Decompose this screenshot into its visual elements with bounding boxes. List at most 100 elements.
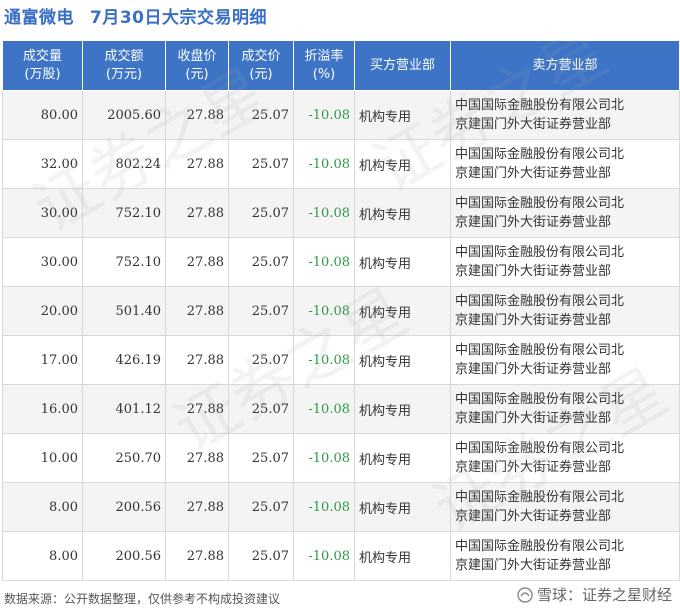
seller-branch-line: 京建国门外大街证券营业部 bbox=[455, 411, 612, 426]
stock-name: 通富微电 bbox=[4, 8, 74, 28]
title-heading: 7月30日大宗交易明细 bbox=[90, 8, 267, 28]
table-row: 32.00 802.24 27.88 25.07 -10.08 机构专用 中国国际金融股份有… bbox=[2, 139, 680, 189]
buyer-branch-cell: 机构专用 bbox=[354, 286, 451, 336]
column-header-unit: (万股) bbox=[24, 66, 61, 82]
seller-branch-line: 京建国门外大街证券营业部 bbox=[455, 558, 612, 573]
amount-cell: 752.10 bbox=[82, 188, 166, 238]
table-row: 30.00 752.10 27.88 25.07 -10.08 机构专用 中国国际金融股份有… bbox=[2, 237, 680, 287]
seller-branch-line: 京建国门外大街证券营业部 bbox=[455, 362, 612, 377]
trade-price-cell: 25.07 bbox=[228, 531, 294, 581]
seller-branch-cell: 中国国际金融股份有限公司北 京建国门外大街证券营业部 bbox=[450, 482, 680, 532]
seller-branch-cell: 中国国际金融股份有限公司北 京建国门外大街证券营业部 bbox=[450, 286, 680, 336]
column-header-unit: (元) bbox=[185, 66, 209, 82]
seller-branch-line: 中国国际金融股份有限公司北 bbox=[455, 245, 625, 260]
premium-rate-cell: -10.08 bbox=[293, 531, 355, 581]
column-header-label: 买方营业部 bbox=[369, 57, 435, 73]
amount-cell: 752.10 bbox=[82, 237, 166, 287]
seller-branch-line: 京建国门外大街证券营业部 bbox=[455, 215, 612, 230]
close-price-cell: 27.88 bbox=[165, 433, 229, 483]
column-header: 收盘价 (元) bbox=[165, 40, 229, 91]
column-header: 卖方营业部 bbox=[450, 40, 680, 91]
seller-branch-cell: 中国国际金融股份有限公司北 京建国门外大街证券营业部 bbox=[450, 384, 680, 434]
premium-rate-cell: -10.08 bbox=[293, 384, 355, 434]
column-header: 折溢率 (%) bbox=[293, 40, 355, 91]
buyer-branch-cell: 机构专用 bbox=[354, 384, 451, 434]
amount-cell: 200.56 bbox=[82, 482, 166, 532]
table-header-row: 成交量 (万股) 成交额 (万元) 收盘价 (元) 成交价 (元) 折溢率 (%) 买方营业部 卖方营… bbox=[2, 40, 680, 91]
seller-branch-line: 中国国际金融股份有限公司北 bbox=[455, 343, 625, 358]
amount-cell: 200.56 bbox=[82, 531, 166, 581]
seller-branch-line: 中国国际金融股份有限公司北 bbox=[455, 98, 625, 113]
data-source-note: 数据来源：公开数据整理，仅供参考不构成投资建议 bbox=[4, 592, 281, 606]
column-header-unit: (%) bbox=[312, 66, 336, 82]
close-price-cell: 27.88 bbox=[165, 531, 229, 581]
close-price-cell: 27.88 bbox=[165, 384, 229, 434]
seller-branch-line: 中国国际金融股份有限公司北 bbox=[455, 539, 625, 554]
table-row: 30.00 752.10 27.88 25.07 -10.08 机构专用 中国国际金融股份有… bbox=[2, 188, 680, 238]
block-trade-table: 成交量 (万股) 成交额 (万元) 收盘价 (元) 成交价 (元) 折溢率 (%) 买方营业部 卖方营… bbox=[2, 40, 680, 581]
volume-cell: 32.00 bbox=[2, 139, 83, 189]
column-header-label: 收盘价 bbox=[177, 48, 217, 64]
buyer-branch-cell: 机构专用 bbox=[354, 90, 451, 140]
close-price-cell: 27.88 bbox=[165, 90, 229, 140]
volume-cell: 30.00 bbox=[2, 188, 83, 238]
amount-cell: 501.40 bbox=[82, 286, 166, 336]
amount-cell: 250.70 bbox=[82, 433, 166, 483]
column-header-label: 卖方营业部 bbox=[532, 57, 598, 73]
amount-cell: 2005.60 bbox=[82, 90, 166, 140]
seller-branch-line: 中国国际金融股份有限公司北 bbox=[455, 196, 625, 211]
seller-branch-cell: 中国国际金融股份有限公司北 京建国门外大街证券营业部 bbox=[450, 433, 680, 483]
premium-rate-cell: -10.08 bbox=[293, 139, 355, 189]
table-row: 17.00 426.19 27.88 25.07 -10.08 机构专用 中国国际金融股份有… bbox=[2, 335, 680, 385]
seller-branch-line: 中国国际金融股份有限公司北 bbox=[455, 294, 625, 309]
column-header-label: 折溢率 bbox=[304, 48, 344, 64]
column-header: 买方营业部 bbox=[354, 40, 451, 91]
seller-branch-line: 中国国际金融股份有限公司北 bbox=[455, 490, 625, 505]
trade-price-cell: 25.07 bbox=[228, 384, 294, 434]
buyer-branch-cell: 机构专用 bbox=[354, 237, 451, 287]
trade-price-cell: 25.07 bbox=[228, 188, 294, 238]
column-header-unit: (万元) bbox=[105, 66, 143, 82]
premium-rate-cell: -10.08 bbox=[293, 237, 355, 287]
seller-branch-cell: 中国国际金融股份有限公司北 京建国门外大街证券营业部 bbox=[450, 237, 680, 287]
amount-cell: 802.24 bbox=[82, 139, 166, 189]
premium-rate-cell: -10.08 bbox=[293, 482, 355, 532]
column-header: 成交量 (万股) bbox=[2, 40, 83, 91]
volume-cell: 80.00 bbox=[2, 90, 83, 140]
close-price-cell: 27.88 bbox=[165, 482, 229, 532]
seller-branch-cell: 中国国际金融股份有限公司北 京建国门外大街证券营业部 bbox=[450, 188, 680, 238]
premium-rate-cell: -10.08 bbox=[293, 433, 355, 483]
premium-rate-cell: -10.08 bbox=[293, 286, 355, 336]
trade-price-cell: 25.07 bbox=[228, 237, 294, 287]
volume-cell: 30.00 bbox=[2, 237, 83, 287]
seller-branch-line: 中国国际金融股份有限公司北 bbox=[455, 392, 625, 407]
close-price-cell: 27.88 bbox=[165, 335, 229, 385]
close-price-cell: 27.88 bbox=[165, 286, 229, 336]
close-price-cell: 27.88 bbox=[165, 237, 229, 287]
volume-cell: 20.00 bbox=[2, 286, 83, 336]
table-row: 8.00 200.56 27.88 25.07 -10.08 机构专用 中国国际金融股份有限… bbox=[2, 531, 680, 581]
volume-cell: 17.00 bbox=[2, 335, 83, 385]
trade-price-cell: 25.07 bbox=[228, 90, 294, 140]
title-bar: 通富微电 7月30日大宗交易明细 bbox=[0, 0, 680, 30]
close-price-cell: 27.88 bbox=[165, 188, 229, 238]
buyer-branch-cell: 机构专用 bbox=[354, 335, 451, 385]
table-row: 10.00 250.70 27.88 25.07 -10.08 机构专用 中国国际金融股份有… bbox=[2, 433, 680, 483]
buyer-branch-cell: 机构专用 bbox=[354, 433, 451, 483]
column-header-unit: (元) bbox=[249, 66, 273, 82]
amount-cell: 401.12 bbox=[82, 384, 166, 434]
seller-branch-cell: 中国国际金融股份有限公司北 京建国门外大街证券营业部 bbox=[450, 139, 680, 189]
table-row: 20.00 501.40 27.88 25.07 -10.08 机构专用 中国国际金融股份有… bbox=[2, 286, 680, 336]
buyer-branch-cell: 机构专用 bbox=[354, 188, 451, 238]
buyer-branch-cell: 机构专用 bbox=[354, 531, 451, 581]
buyer-branch-cell: 机构专用 bbox=[354, 139, 451, 189]
seller-branch-cell: 中国国际金融股份有限公司北 京建国门外大街证券营业部 bbox=[450, 531, 680, 581]
table-row: 8.00 200.56 27.88 25.07 -10.08 机构专用 中国国际金融股份有限… bbox=[2, 482, 680, 532]
page-title: 通富微电 7月30日大宗交易明细 bbox=[4, 3, 267, 28]
seller-branch-line: 中国国际金融股份有限公司北 bbox=[455, 147, 625, 162]
volume-cell: 10.00 bbox=[2, 433, 83, 483]
trade-price-cell: 25.07 bbox=[228, 286, 294, 336]
table-row: 80.00 2005.60 27.88 25.07 -10.08 机构专用 中国国际金融股份… bbox=[2, 90, 680, 140]
column-header-label: 成交价 bbox=[241, 48, 281, 64]
snowball-icon bbox=[517, 586, 533, 603]
